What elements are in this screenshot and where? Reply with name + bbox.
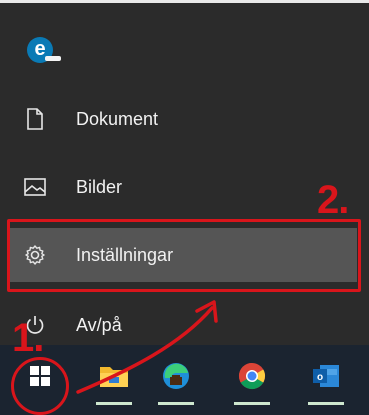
annotation-arrow [76,300,218,394]
